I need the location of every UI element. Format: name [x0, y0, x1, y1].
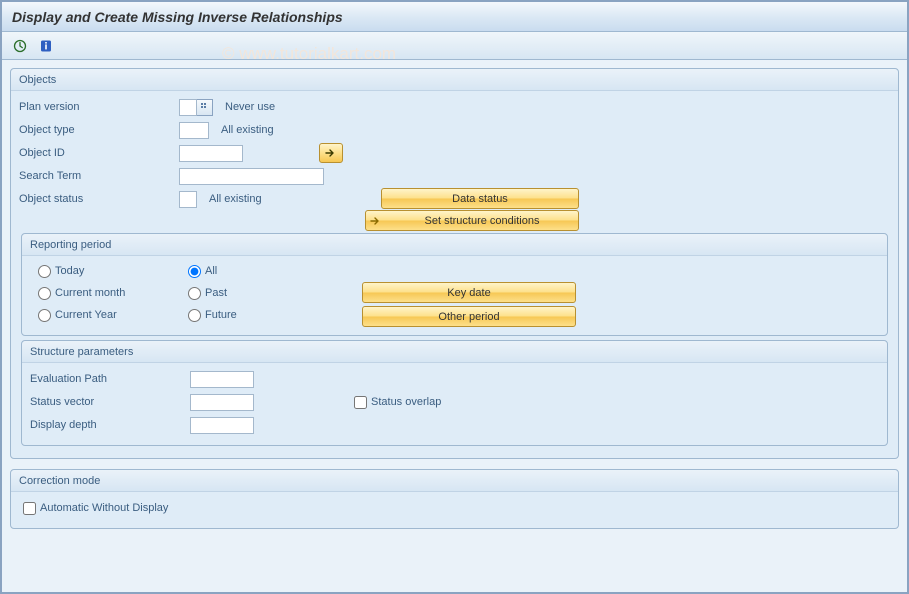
key-date-button[interactable]: Key date	[362, 282, 576, 303]
plan-version-search-button[interactable]	[197, 99, 213, 116]
label-object-type: Object type	[19, 124, 179, 136]
object-type-input[interactable]	[179, 122, 209, 139]
group-title-structure-parameters: Structure parameters	[22, 341, 887, 363]
radio-today[interactable]	[38, 265, 51, 278]
object-status-input[interactable]	[179, 191, 197, 208]
label-evaluation-path: Evaluation Path	[30, 373, 190, 385]
radio-future[interactable]	[188, 309, 201, 322]
multiple-selection-button[interactable]	[319, 143, 343, 163]
group-structure-parameters: Structure parameters Evaluation Path Sta…	[21, 340, 888, 446]
label-display-depth: Display depth	[30, 419, 190, 431]
object-status-value: All existing	[209, 193, 262, 205]
label-search-term: Search Term	[19, 170, 179, 182]
label-object-id: Object ID	[19, 147, 179, 159]
automatic-without-display-checkbox[interactable]	[23, 502, 36, 515]
object-type-value: All existing	[221, 124, 274, 136]
clock-execute-icon	[13, 39, 27, 53]
data-status-label: Data status	[452, 193, 508, 205]
info-button[interactable]	[36, 36, 56, 56]
label-current-month: Current month	[55, 287, 125, 299]
data-status-button[interactable]: Data status	[381, 188, 579, 209]
radio-all[interactable]	[188, 265, 201, 278]
group-title-correction-mode: Correction mode	[11, 470, 898, 492]
key-date-label: Key date	[447, 287, 490, 299]
other-period-button[interactable]: Other period	[362, 306, 576, 327]
group-correction-mode: Correction mode Automatic Without Displa…	[10, 469, 899, 529]
value-help-icon	[200, 102, 210, 112]
group-title-objects: Objects	[11, 69, 898, 91]
radio-current-month[interactable]	[38, 287, 51, 300]
label-past: Past	[205, 287, 227, 299]
arrow-right-icon	[370, 216, 382, 226]
group-objects: Objects Plan version Never use Object ty…	[10, 68, 899, 459]
plan-version-input[interactable]	[179, 99, 197, 116]
label-all: All	[205, 265, 217, 277]
titlebar: Display and Create Missing Inverse Relat…	[2, 2, 907, 32]
label-status-overlap: Status overlap	[371, 396, 441, 408]
label-plan-version: Plan version	[19, 101, 179, 113]
group-reporting-period: Reporting period Today Current month Cur…	[21, 233, 888, 336]
label-today: Today	[55, 265, 84, 277]
execute-button[interactable]	[10, 36, 30, 56]
content: Objects Plan version Never use Object ty…	[2, 60, 907, 547]
radio-current-year[interactable]	[38, 309, 51, 322]
arrow-right-icon	[325, 148, 337, 158]
status-vector-input[interactable]	[190, 394, 254, 411]
window: Display and Create Missing Inverse Relat…	[0, 0, 909, 594]
radio-past[interactable]	[188, 287, 201, 300]
label-future: Future	[205, 309, 237, 321]
object-id-input[interactable]	[179, 145, 243, 162]
evaluation-path-input[interactable]	[190, 371, 254, 388]
label-status-vector: Status vector	[30, 396, 190, 408]
search-term-input[interactable]	[179, 168, 324, 185]
info-icon	[39, 39, 53, 53]
set-structure-label: Set structure conditions	[425, 215, 540, 227]
set-structure-conditions-button[interactable]: Set structure conditions	[365, 210, 579, 231]
label-object-status: Object status	[19, 193, 179, 205]
toolbar	[2, 32, 907, 60]
other-period-label: Other period	[438, 311, 499, 323]
page-title: Display and Create Missing Inverse Relat…	[12, 9, 343, 25]
plan-version-value: Never use	[225, 101, 275, 113]
label-current-year: Current Year	[55, 309, 117, 321]
display-depth-input[interactable]	[190, 417, 254, 434]
status-overlap-checkbox[interactable]	[354, 396, 367, 409]
group-title-reporting-period: Reporting period	[22, 234, 887, 256]
label-automatic-without-display: Automatic Without Display	[40, 502, 168, 514]
